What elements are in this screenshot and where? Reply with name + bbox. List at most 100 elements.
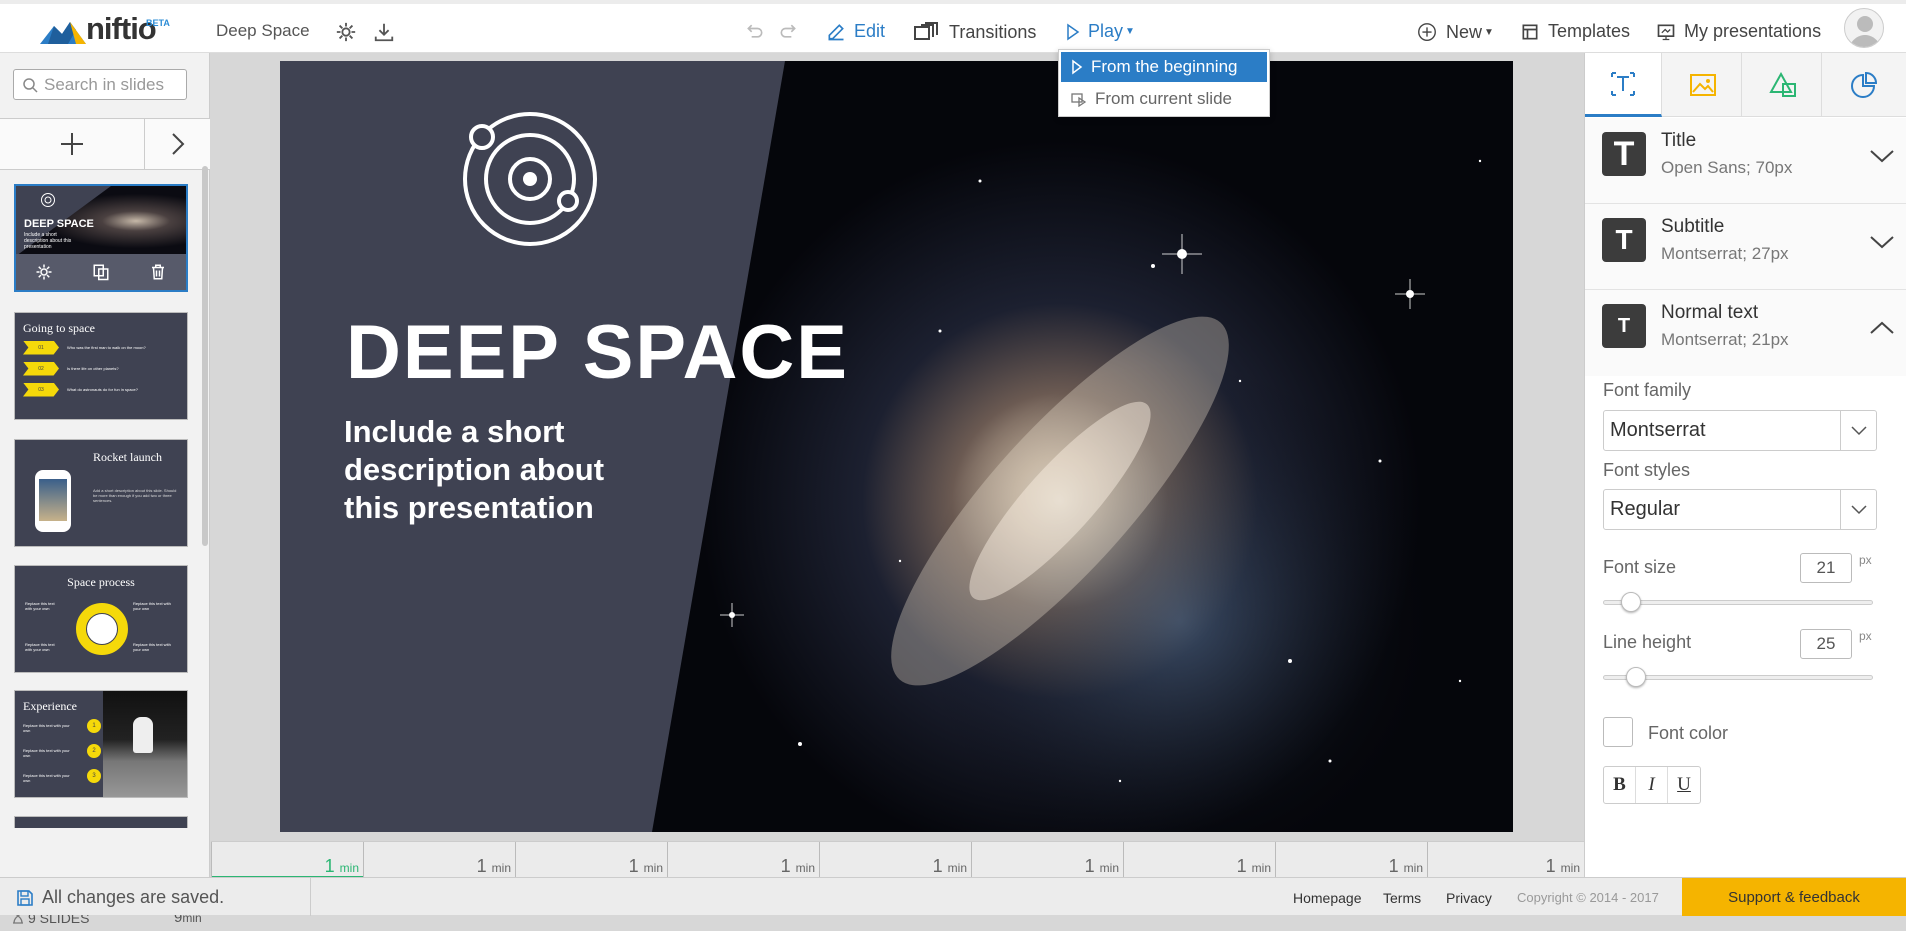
play-from-current-slide[interactable]: From current slide	[1061, 84, 1267, 114]
play-menu-button[interactable]: Play ▼	[1066, 21, 1135, 42]
niftio-logo[interactable]: niftio	[40, 13, 157, 44]
timeline-slot[interactable]: 1 min	[667, 842, 819, 878]
undo-icon[interactable]	[745, 21, 765, 41]
edit-tab[interactable]: Edit	[826, 21, 885, 42]
new-label: New	[1446, 21, 1483, 42]
main-slide[interactable]: DEEP SPACE Include a short description a…	[280, 61, 1513, 832]
thumb-title: Rocket launch	[93, 450, 162, 464]
timeline-slot[interactable]: 1 min	[515, 842, 667, 878]
plus-icon	[61, 133, 83, 155]
settings-gear-icon[interactable]	[335, 21, 357, 43]
thumb-row-text: Who was the first man to walk on the moo…	[67, 345, 146, 350]
tab-text[interactable]	[1585, 53, 1662, 117]
play-from-beginning[interactable]: From the beginning	[1061, 52, 1267, 82]
duplicate-icon[interactable]	[92, 263, 110, 281]
my-presentations-button[interactable]: My presentations	[1656, 21, 1821, 42]
redo-icon[interactable]	[778, 21, 798, 41]
line-height-slider[interactable]	[1603, 667, 1873, 687]
timeline-slot[interactable]: 1 min	[1275, 842, 1427, 878]
style-name: Normal text	[1661, 302, 1759, 323]
thumb-text: Add a short description about this slide…	[93, 488, 177, 503]
image-icon	[1690, 74, 1716, 96]
underline-button[interactable]: U	[1668, 767, 1700, 803]
slide-subtitle[interactable]: Include a short description about this p…	[344, 413, 604, 527]
templates-button[interactable]: Templates	[1520, 21, 1630, 42]
support-feedback-button[interactable]: Support & feedback	[1682, 878, 1906, 916]
top-toolbar: niftio BETA Deep Space Edit Transitions …	[0, 0, 1906, 56]
font-size-input[interactable]: 21	[1800, 553, 1852, 583]
font-styles-label: Font styles	[1603, 460, 1691, 480]
chevron-down-icon[interactable]	[1869, 148, 1895, 164]
chevron-down-icon[interactable]	[1869, 234, 1895, 250]
font-size-slider-handle[interactable]	[1621, 592, 1641, 612]
slide-thumbnail-1[interactable]: DEEP SPACE Include a short description a…	[14, 184, 188, 292]
bold-button[interactable]: B	[1604, 767, 1636, 803]
thumb-note: Replace this text with your own	[23, 773, 70, 783]
subtitle-style-row[interactable]: T Subtitle Montserrat; 27px	[1585, 204, 1906, 290]
search-input[interactable]: Search in slides	[13, 69, 187, 100]
new-menu-button[interactable]: New ▼	[1416, 21, 1494, 43]
subtitle-style-icon: T	[1602, 218, 1646, 262]
caret-down-icon: ▼	[1484, 26, 1494, 38]
font-family-label: Font family	[1603, 380, 1692, 400]
terms-link[interactable]: Terms	[1383, 890, 1421, 906]
chevron-up-icon[interactable]	[1869, 320, 1895, 336]
style-font: Open Sans; 70px	[1661, 158, 1793, 177]
style-font: Montserrat; 21px	[1661, 330, 1789, 349]
font-size-slider[interactable]	[1603, 592, 1873, 612]
font-color-label: Font color	[1648, 723, 1729, 743]
italic-button[interactable]: I	[1636, 767, 1668, 803]
download-icon[interactable]	[373, 21, 395, 43]
solar-system-logo-icon	[463, 112, 597, 246]
tab-chart[interactable]	[1825, 53, 1902, 117]
thumb-title: Going to space	[23, 321, 95, 335]
transitions-tab[interactable]: Transitions	[913, 21, 1036, 43]
timeline-slot[interactable]: 1 min	[1427, 842, 1584, 878]
thumb-note: Replace this text with your own	[25, 642, 55, 652]
style-font: Montserrat; 27px	[1661, 244, 1789, 263]
tab-image[interactable]	[1665, 53, 1742, 117]
homepage-link[interactable]: Homepage	[1293, 890, 1362, 906]
trash-icon[interactable]	[149, 263, 167, 281]
divider	[310, 878, 311, 916]
timeline-slot[interactable]: 1 min	[819, 842, 971, 878]
thumb-title: Experience	[23, 699, 77, 713]
font-style-select[interactable]: Regular	[1603, 489, 1877, 530]
slide-title[interactable]: DEEP SPACE	[346, 309, 849, 396]
normal-text-style-row[interactable]: T Normal text Montserrat; 21px	[1585, 290, 1906, 376]
slides-scrollbar[interactable]	[202, 166, 208, 546]
properties-tabs	[1585, 53, 1906, 117]
title-style-row[interactable]: T Title Open Sans; 70px	[1585, 118, 1906, 204]
line-height-slider-handle[interactable]	[1626, 667, 1646, 687]
thumb-note: Replace this text with your own	[23, 748, 70, 758]
presentations-icon	[1657, 24, 1675, 40]
play-icon	[1072, 59, 1083, 75]
add-slide-button[interactable]	[0, 119, 145, 169]
font-family-select[interactable]: Montserrat	[1603, 410, 1877, 451]
text-icon	[1611, 71, 1635, 96]
privacy-link[interactable]: Privacy	[1446, 890, 1492, 906]
timeline-slot[interactable]: 1 min	[363, 842, 515, 878]
slide-thumbnail-3[interactable]: Rocket launch Add a short description ab…	[14, 439, 188, 547]
timeline-slot[interactable]: 1 min	[211, 842, 363, 878]
user-avatar[interactable]	[1844, 8, 1884, 48]
line-height-input[interactable]: 25	[1800, 629, 1852, 659]
font-style-value: Regular	[1610, 498, 1681, 520]
cycle-diagram	[76, 603, 128, 655]
slide-thumbnail-5[interactable]: Experience Replace this text with your o…	[14, 690, 188, 798]
style-name: Title	[1661, 130, 1697, 151]
tab-shapes[interactable]	[1745, 53, 1822, 117]
timeline-slot[interactable]: 1 min	[971, 842, 1123, 878]
slide-thumbnail-6[interactable]	[14, 816, 188, 828]
font-color-swatch[interactable]	[1603, 717, 1633, 747]
thumb-note: Replace this text with your own	[25, 601, 55, 611]
document-title[interactable]: Deep Space	[216, 21, 310, 41]
subtitle-line: Include a short	[344, 414, 565, 449]
slide-thumbnail-4[interactable]: Space process Replace this text with you…	[14, 565, 188, 673]
from-beginning-label: From the beginning	[1091, 57, 1238, 76]
thumb-number: 02	[23, 361, 59, 376]
slide-settings-icon[interactable]	[35, 263, 53, 281]
next-slide-button[interactable]	[146, 119, 210, 169]
slide-thumbnail-2[interactable]: Going to space 01 Who was the first man …	[14, 312, 188, 420]
timeline-slot[interactable]: 1 min	[1123, 842, 1275, 878]
